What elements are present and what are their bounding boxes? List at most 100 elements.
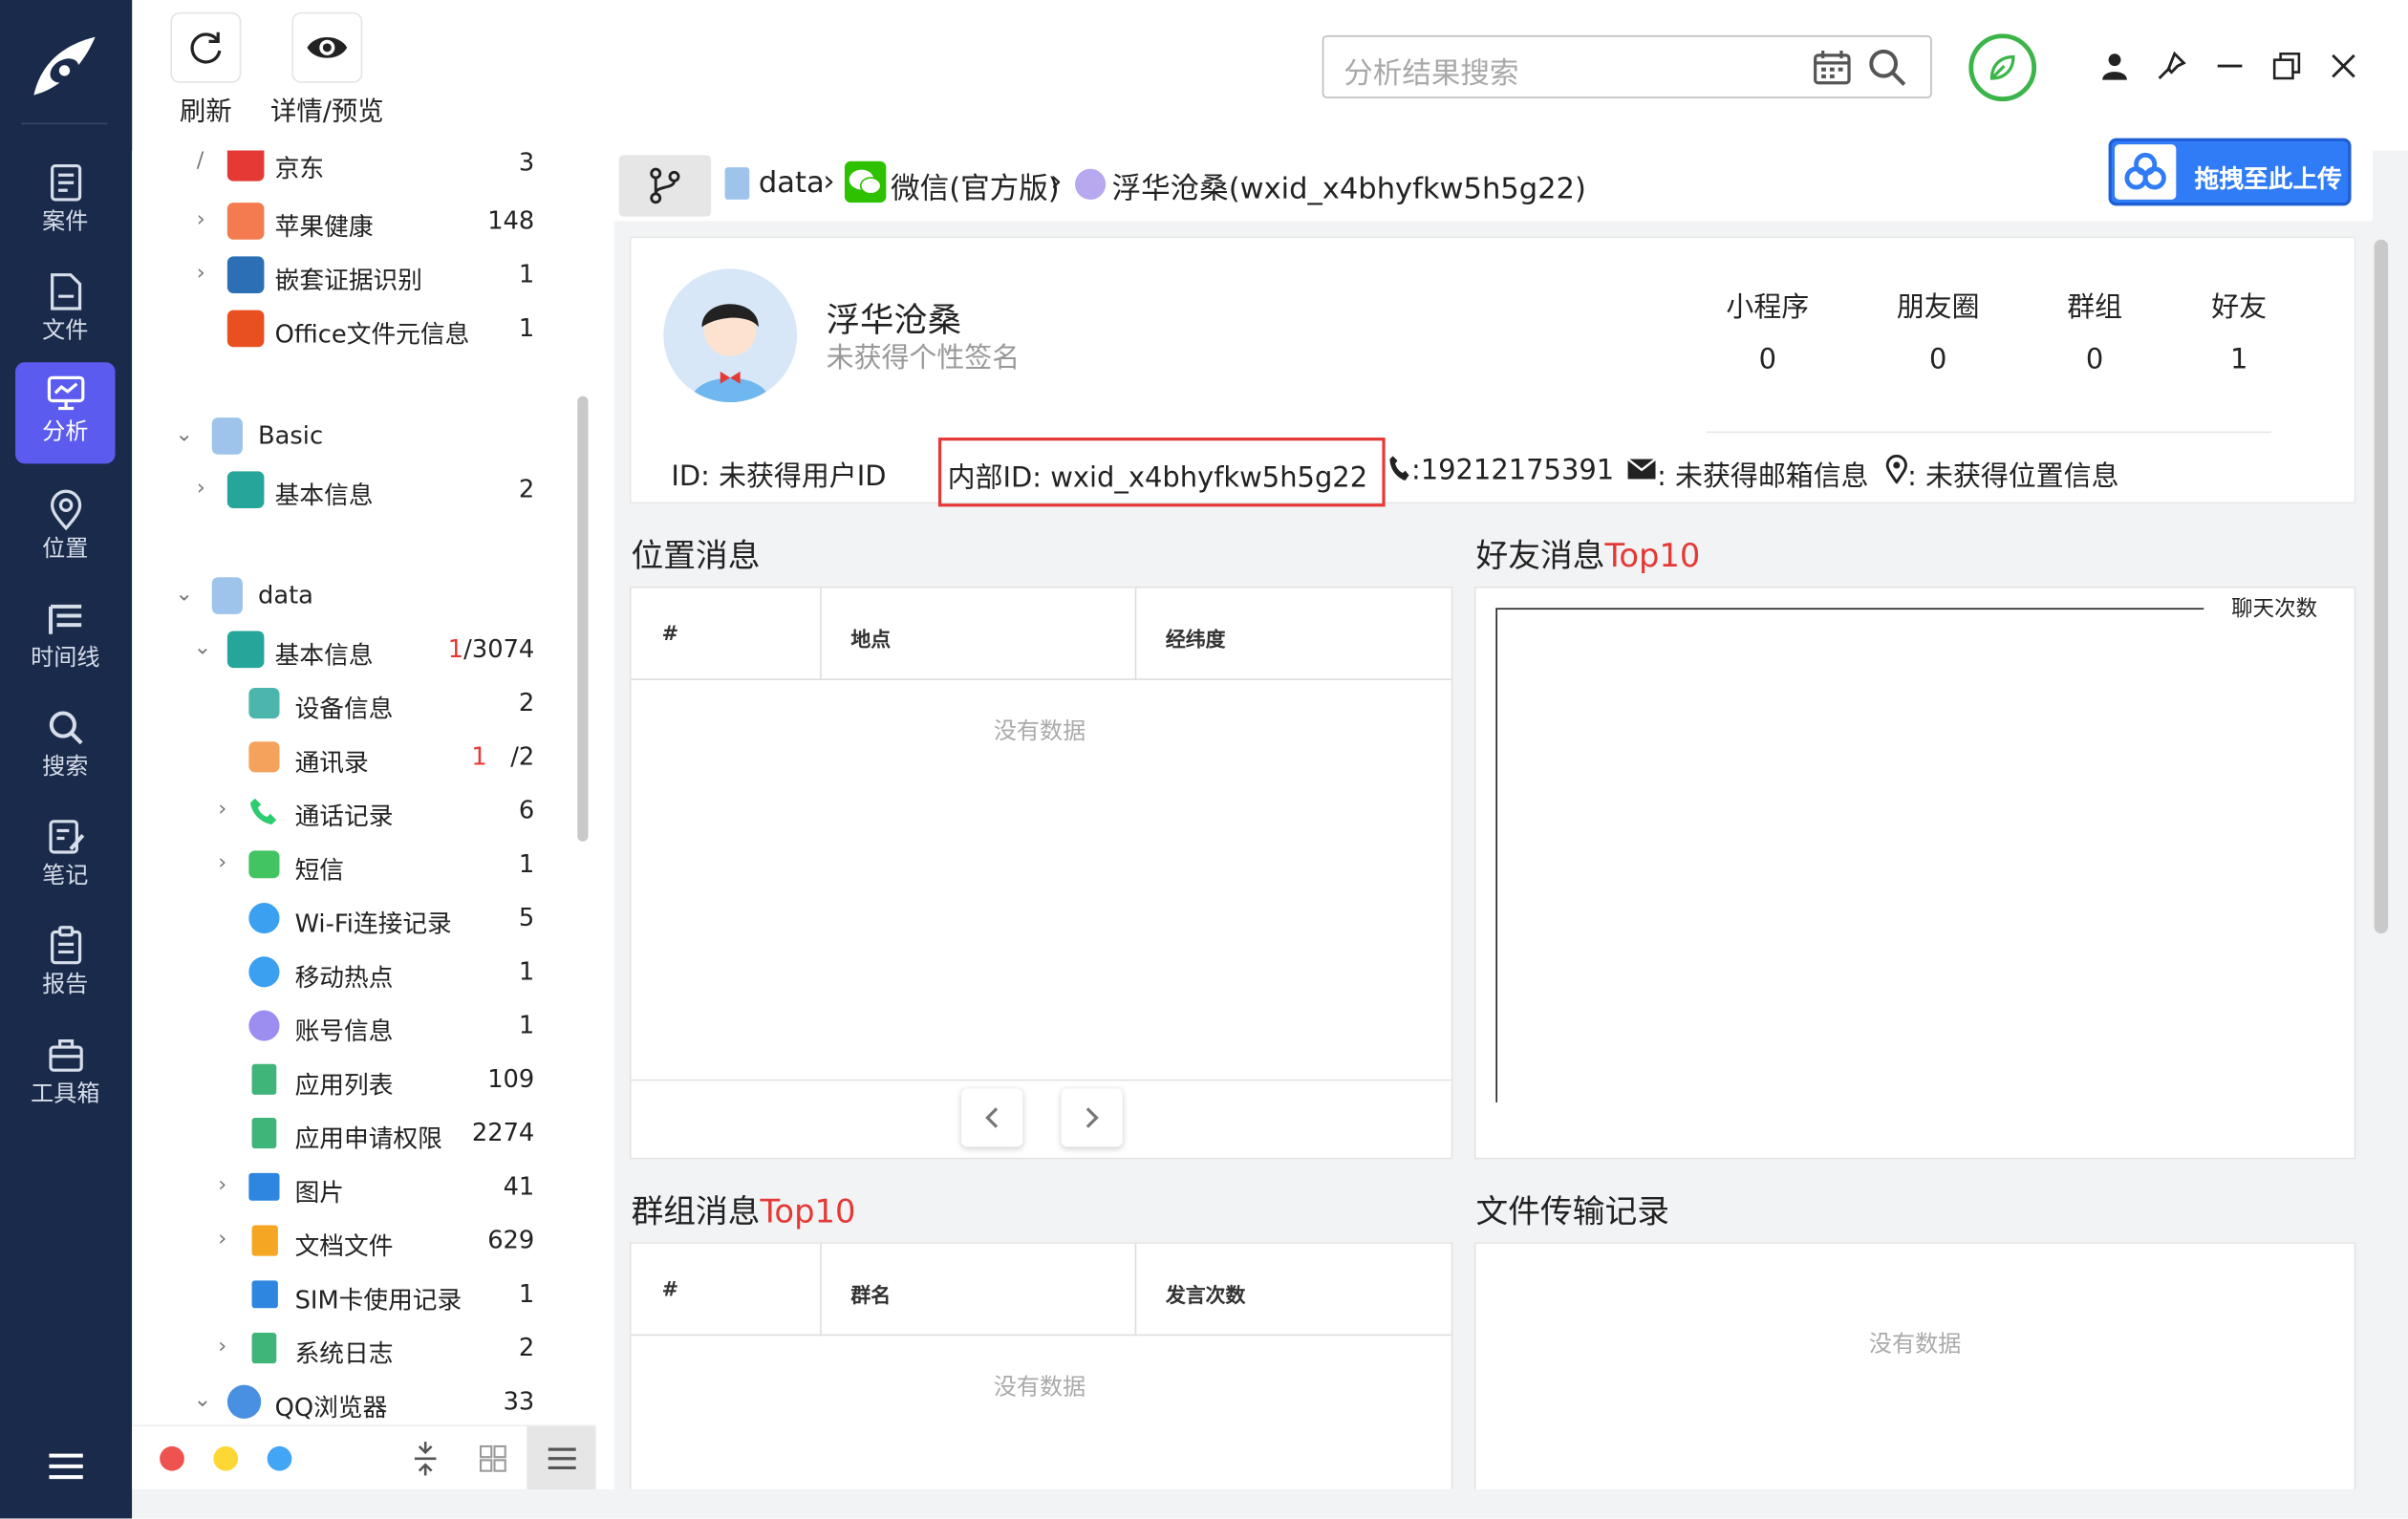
tree-row[interactable]: 应用列表 109 [132, 1055, 577, 1103]
detail-preview-button[interactable]: 详情/预览 [258, 11, 397, 132]
list-view-button[interactable] [527, 1426, 596, 1491]
chevron-right-icon[interactable]: › [218, 1335, 226, 1359]
nav-item-report[interactable]: 报告 [15, 915, 115, 1016]
tree-row[interactable]: 账号信息 1 [132, 1001, 577, 1050]
tree-row[interactable]: / 京东 3 [132, 150, 577, 188]
data-source-icon [724, 167, 750, 200]
tree-row-count: 1 /2 [471, 741, 535, 771]
cloud-upload-icon [2115, 144, 2177, 200]
chevron-down-icon[interactable]: ⌄ [175, 582, 193, 607]
tree-row-count: 1 [518, 848, 535, 879]
nav-item-notes[interactable]: 笔记 [15, 806, 115, 908]
nav-item-file[interactable]: 文件 [15, 261, 115, 362]
tree-row[interactable]: ⌄ 基本信息 1/3074 [132, 625, 577, 674]
yellow-dot-icon[interactable] [213, 1445, 239, 1471]
tree-row[interactable]: ⌄ data [132, 571, 577, 620]
chart-legend: 聊天次数 [2231, 597, 2318, 622]
red-dot-icon[interactable] [160, 1445, 184, 1471]
refresh-button[interactable]: 刷新 [137, 11, 275, 132]
stat-moments-value[interactable]: 0 [1877, 344, 2000, 376]
tree-row-count: 1 [518, 956, 535, 986]
main-scrollbar[interactable] [2374, 239, 2389, 934]
column-header[interactable]: 发言次数 [1166, 1279, 1246, 1308]
nav-item-search[interactable]: 搜索 [15, 697, 115, 799]
chevron-down-icon[interactable]: ⌄ [175, 422, 193, 447]
location-table-header [631, 588, 1451, 680]
tree-row[interactable]: 移动热点 1 [132, 948, 577, 996]
tree-row[interactable]: › 苹果健康 148 [132, 197, 577, 246]
chevron-down-icon[interactable]: ⌄ [194, 1388, 212, 1413]
column-header[interactable]: 群名 [850, 1279, 891, 1308]
upload-button[interactable]: 拖拽至此上传 [2108, 138, 2352, 206]
collapse-icon[interactable] [412, 1441, 440, 1478]
chevron-right-icon[interactable]: › [218, 1173, 226, 1198]
search-icon[interactable] [1867, 48, 1907, 88]
prev-page-button[interactable] [961, 1088, 1023, 1147]
chevron-right-icon[interactable]: › [218, 797, 226, 822]
nav-label: 时间线 [31, 643, 100, 672]
nav-item-location[interactable]: 位置 [15, 479, 115, 580]
tree-row[interactable]: › 短信 1 [132, 840, 577, 888]
stat-groups-value[interactable]: 0 [2033, 344, 2157, 376]
tree-row-label: 通话记录 [294, 801, 394, 831]
chevron-right-icon[interactable]: › [197, 261, 205, 286]
tree-row-label: 基本信息 [274, 481, 374, 510]
column-header[interactable]: # [662, 624, 679, 647]
column-header[interactable]: # [662, 1279, 679, 1302]
chevron-down-icon[interactable]: ⌄ [194, 635, 212, 660]
chart-y-axis [1495, 608, 1497, 1102]
tree-row[interactable]: › 通话记录 6 [132, 786, 577, 835]
tree-row[interactable]: SIM卡使用记录 1 [132, 1270, 577, 1318]
tree-row[interactable]: › 基本信息 2 [132, 465, 577, 514]
close-icon[interactable] [2328, 51, 2358, 81]
user-icon[interactable] [2099, 51, 2130, 81]
tree-row[interactable]: Office文件元信息 1 [132, 304, 577, 353]
breadcrumb-contact[interactable]: 浮华沧桑(wxid_x4bhyfkw5h5g22) [1112, 166, 1586, 207]
branch-button[interactable] [618, 155, 712, 217]
tree-row[interactable]: ⌄ Basic [132, 412, 577, 460]
nav-item-case[interactable]: 案件 [15, 152, 115, 253]
chevron-right-icon[interactable]: › [197, 476, 205, 501]
group-panel-title: 群组消息Top10 [631, 1192, 856, 1230]
grid-view-icon[interactable] [479, 1444, 506, 1472]
result-search-input[interactable]: 分析结果搜索 [1322, 34, 1932, 98]
pin-icon[interactable] [2156, 51, 2186, 81]
tree-row[interactable]: › 嵌套证据识别 1 [132, 250, 577, 299]
chevron-right-icon[interactable]: › [218, 1227, 226, 1252]
status-check-button[interactable] [1968, 33, 2037, 102]
tree-row[interactable]: 设备信息 2 [132, 678, 577, 727]
tree-row-count: 41 [503, 1171, 535, 1201]
tree-scrollbar[interactable] [577, 396, 589, 842]
source-file-icon [211, 577, 243, 614]
chart-x-axis [1495, 608, 2204, 610]
column-header[interactable]: 经纬度 [1166, 624, 1226, 653]
chevron-right-icon[interactable]: › [197, 207, 205, 232]
column-header[interactable]: 地点 [850, 624, 891, 653]
tree-row[interactable]: › 系统日志 2 [132, 1323, 577, 1372]
tree-row[interactable]: 通讯录 1 /2 [132, 733, 577, 781]
nav-item-timeline[interactable]: 时间线 [15, 588, 115, 690]
breadcrumb-data[interactable]: data [759, 166, 825, 200]
tree-row[interactable]: ⌄ QQ浏览器 33 [132, 1378, 577, 1426]
hamburger-menu-icon[interactable] [48, 1451, 85, 1488]
tree-row[interactable]: › 文档文件 629 [132, 1216, 577, 1265]
notes-icon [48, 820, 84, 854]
document-icon [251, 1225, 278, 1256]
minimize-icon[interactable] [2215, 53, 2246, 80]
restore-icon[interactable] [2271, 51, 2302, 81]
nav-item-toolbox[interactable]: 工具箱 [15, 1024, 115, 1125]
stat-miniprogram-value[interactable]: 0 [1707, 344, 1830, 376]
tree-row[interactable]: Wi-Fi连接记录 5 [132, 893, 577, 942]
breadcrumb-wechat[interactable]: 微信(官方版) [891, 166, 1060, 207]
calendar-icon[interactable] [1812, 49, 1852, 86]
contact-avatar-icon [1075, 168, 1107, 200]
blue-dot-icon[interactable] [267, 1445, 292, 1471]
next-page-button[interactable] [1061, 1088, 1123, 1147]
tree-row[interactable]: › 图片 41 [132, 1163, 577, 1211]
device-info-icon [248, 688, 280, 719]
nav-item-analysis[interactable]: 分析 [15, 362, 116, 464]
breadcrumb-separator: › [1050, 163, 1063, 199]
tree-row[interactable]: 应用申请权限 2274 [132, 1108, 577, 1157]
chevron-right-icon[interactable]: › [218, 850, 226, 875]
stat-friends-value[interactable]: 1 [2178, 344, 2301, 376]
